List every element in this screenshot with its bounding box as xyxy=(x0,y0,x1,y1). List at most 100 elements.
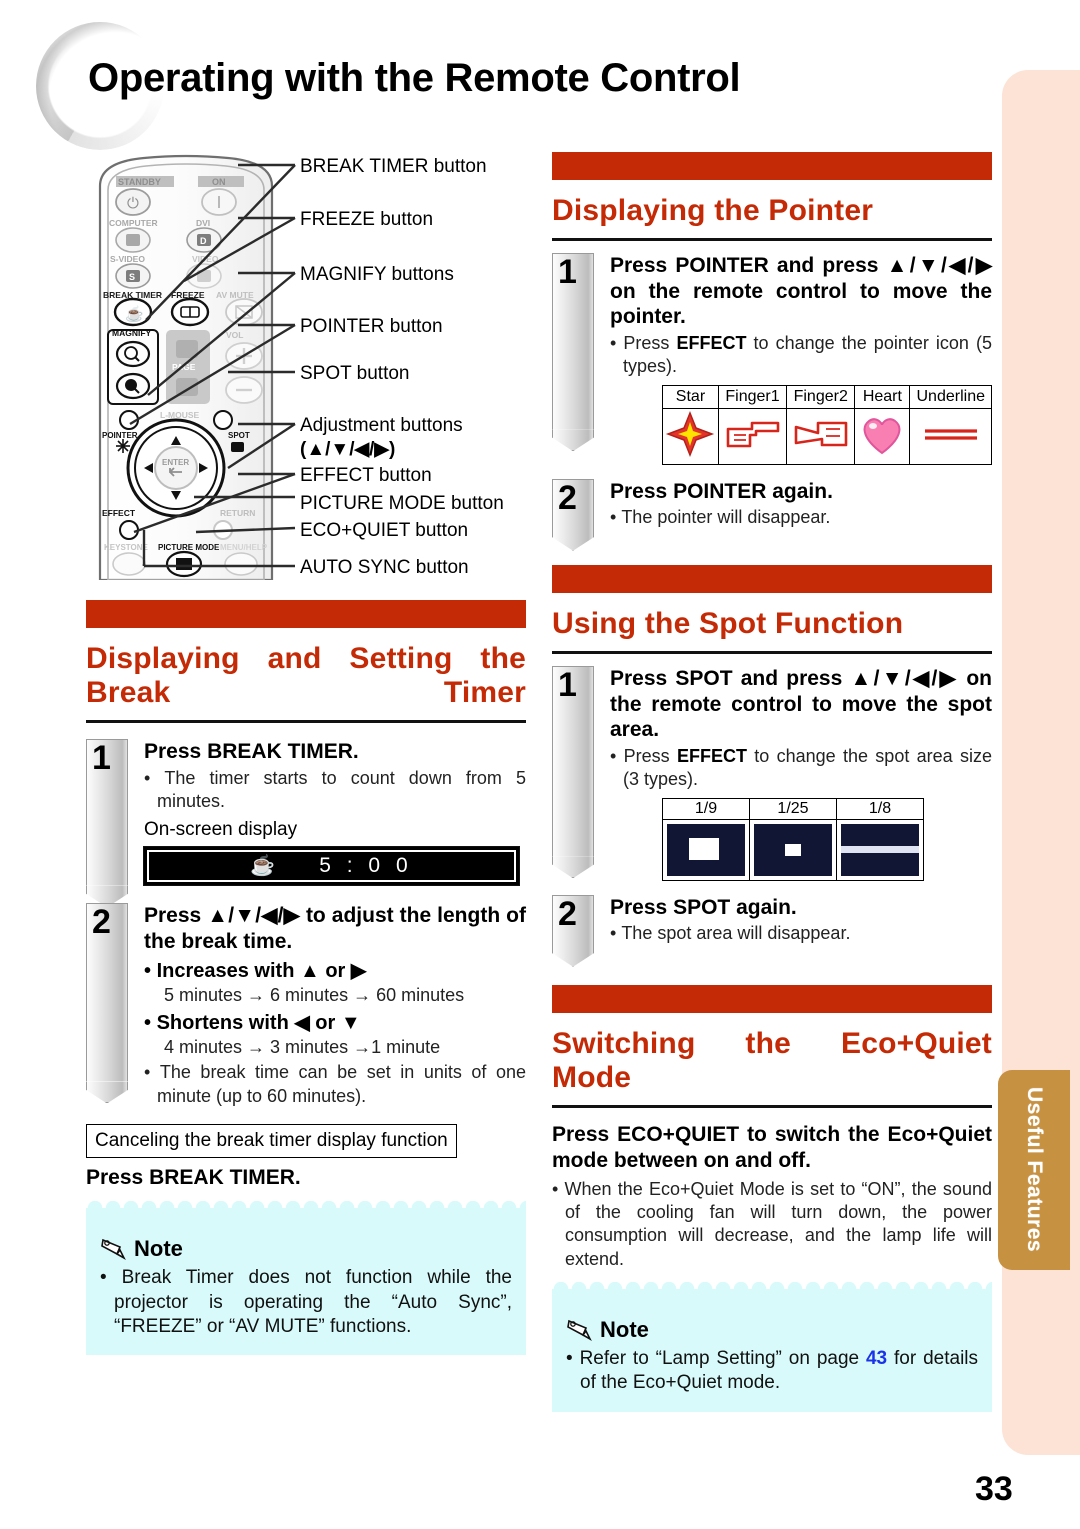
remote-control-svg: STANDBY ON ⏻ COMPUTER DVI D S-VIDEO VIDE… xyxy=(98,154,274,582)
pointer-icon-name: Star xyxy=(662,384,719,409)
svg-text:VOL: VOL xyxy=(226,330,243,340)
step-1-heading-bold: BREAK TIMER. xyxy=(207,740,359,764)
svg-text:⏻: ⏻ xyxy=(127,195,139,212)
s1c: and press xyxy=(732,667,851,691)
eco-b: ECO+QUIET xyxy=(617,1123,740,1147)
note-title-text: Note xyxy=(600,1317,649,1343)
finger1-pointer-cell xyxy=(717,407,788,465)
spot-step-2: 2 Press SPOT again. • The spot area will… xyxy=(552,894,992,967)
spot-size-header-row: 1/9 1/25 1/8 xyxy=(662,797,924,820)
remote-control-illustration: STANDBY ON ⏻ COMPUTER DVI D S-VIDEO VIDE… xyxy=(86,150,286,585)
increase-detail: 5 minutes → 6 minutes → 60 minutes xyxy=(164,984,465,1005)
callout-picture-mode: PICTURE MODE button xyxy=(300,493,504,514)
spot-step-1-bullet: • Press EFFECT to change the spot area s… xyxy=(610,746,992,790)
section-heading-pointer: Displaying the Pointer xyxy=(552,194,874,227)
callout-effect: EFFECT button xyxy=(300,465,432,486)
svg-text:PICTURE MODE: PICTURE MODE xyxy=(158,543,220,552)
pointer-section: Displaying the Pointer 1 Press POINTER a… xyxy=(552,152,992,551)
section-rule xyxy=(552,651,992,655)
step-2-head-keys: ▲/▼/◀/▶ xyxy=(207,904,300,928)
star-pointer-cell xyxy=(662,407,719,465)
svg-text:☕: ☕ xyxy=(125,304,144,323)
callout-freeze: FREEZE button xyxy=(300,209,434,230)
s1ba: Press xyxy=(623,746,677,767)
svg-text:SPOT: SPOT xyxy=(228,431,250,440)
cancel-press-pre: Press xyxy=(86,1166,150,1190)
note-title-row: Note xyxy=(100,1236,512,1262)
spot-size-cell-small xyxy=(749,818,837,881)
on-screen-display-break-timer: ☕ 5 : 0 0 xyxy=(143,846,520,887)
callout-magnify: MAGNIFY buttons xyxy=(300,264,454,285)
pointer-step-1-bullet: • Press EFFECT to change the pointer ico… xyxy=(610,333,992,377)
section-heading-break-timer: Displaying and Setting the Break Timer xyxy=(86,642,526,710)
svg-text:KEYSTONE: KEYSTONE xyxy=(104,543,149,552)
star-pointer-icon xyxy=(666,410,715,457)
spot-section: Using the Spot Function 1 Press SPOT and… xyxy=(552,565,992,967)
svg-text:ENTER: ENTER xyxy=(162,458,189,467)
section-rule xyxy=(552,1105,992,1109)
spot-size-row xyxy=(662,818,924,881)
finger1-pointer-icon xyxy=(726,421,779,448)
step-2-bullet-text: The break time can be set in units of on… xyxy=(157,1062,526,1106)
s2a: Press xyxy=(610,895,674,919)
spot-size-cell-band xyxy=(836,818,924,881)
section-heading-eco: Switching the Eco+Quiet Mode xyxy=(552,1027,992,1095)
step-2-heading: Press ▲/▼/◀/▶ to adjust the length of th… xyxy=(144,903,526,954)
s2bullet: The spot area will disappear. xyxy=(621,923,851,944)
s1b: SPOT xyxy=(675,667,733,691)
pencil-icon xyxy=(101,1239,126,1261)
pencil-icon xyxy=(567,1320,592,1342)
eco-instruction: Press ECO+QUIET to switch the Eco+Quiet … xyxy=(552,1122,992,1173)
section-bar-break-timer xyxy=(86,600,526,628)
svg-text:S: S xyxy=(129,272,135,282)
callout-break-timer: BREAK TIMER button xyxy=(300,156,487,177)
p1ba: Press xyxy=(623,333,677,354)
callout-pointer: POINTER button xyxy=(300,316,443,337)
section-tab-useful-features: Useful Features xyxy=(998,1070,1070,1270)
heart-pointer-icon xyxy=(863,418,901,455)
pointer-step-2-heading: Press POINTER again. xyxy=(610,479,992,505)
svg-text:L-MOUSE: L-MOUSE xyxy=(160,410,200,420)
p1keys: ▲/▼/◀/▶ xyxy=(886,254,992,278)
step-number: 2 xyxy=(558,894,577,933)
manual-page: Useful Features Operating with the Remot… xyxy=(0,0,1080,1529)
svg-text:RETURN: RETURN xyxy=(220,508,255,518)
callout-eco-quiet: ECO+QUIET button xyxy=(300,520,469,541)
section-rule xyxy=(86,720,526,724)
shorten-label-text: Shortens with ◀ or ▼ xyxy=(156,1012,361,1035)
page-reference-link[interactable]: 43 xyxy=(866,1348,887,1369)
break-timer-step-2: 2 Press ▲/▼/◀/▶ to adjust the length of … xyxy=(86,903,526,1108)
increase-label: • Increases with ▲ or ▶ xyxy=(144,959,367,982)
page-title: Operating with the Remote Control xyxy=(88,56,741,100)
svg-text:S-VIDEO: S-VIDEO xyxy=(110,254,145,264)
cancel-press-line: Press BREAK TIMER. xyxy=(86,1166,526,1190)
note-title-text: Note xyxy=(134,1236,183,1262)
finger2-pointer-cell xyxy=(786,407,856,465)
section-rule xyxy=(552,238,992,242)
spot-preview-band xyxy=(841,823,919,876)
p2a: Press xyxy=(610,479,674,503)
eco-a: Press xyxy=(552,1123,618,1147)
callout-adjustment: Adjustment buttons xyxy=(300,415,463,436)
pointer-icon-row xyxy=(662,407,992,465)
svg-text:STANDBY: STANDBY xyxy=(118,177,161,187)
section-bar-eco xyxy=(552,985,992,1013)
step-2-head-pre: Press xyxy=(144,904,208,928)
p2bullet: The pointer will disappear. xyxy=(621,507,831,528)
underline-pointer-cell xyxy=(909,407,992,465)
p2b: POINTER xyxy=(673,479,767,503)
s1keys: ▲/▼/◀/▶ xyxy=(850,667,959,691)
page-number: 33 xyxy=(975,1470,1013,1508)
spot-size-name: 1/25 xyxy=(749,797,837,820)
svg-text:D: D xyxy=(200,236,207,246)
shorten-label: • Shortens with ◀ or ▼ xyxy=(144,1012,361,1035)
osd-time-value: 5 : 0 0 xyxy=(319,854,413,878)
spot-size-cell-medium xyxy=(662,818,750,881)
step-number: 2 xyxy=(558,478,577,517)
spot-size-table: 1/9 1/25 1/8 xyxy=(662,797,924,881)
note-body-text: Break Timer does not function while the … xyxy=(114,1267,512,1337)
svg-text:VIDEO: VIDEO xyxy=(192,254,219,264)
svg-text:EFFECT: EFFECT xyxy=(102,508,136,518)
svg-text:COMPUTER: COMPUTER xyxy=(109,218,158,228)
s2c: again. xyxy=(730,895,797,919)
